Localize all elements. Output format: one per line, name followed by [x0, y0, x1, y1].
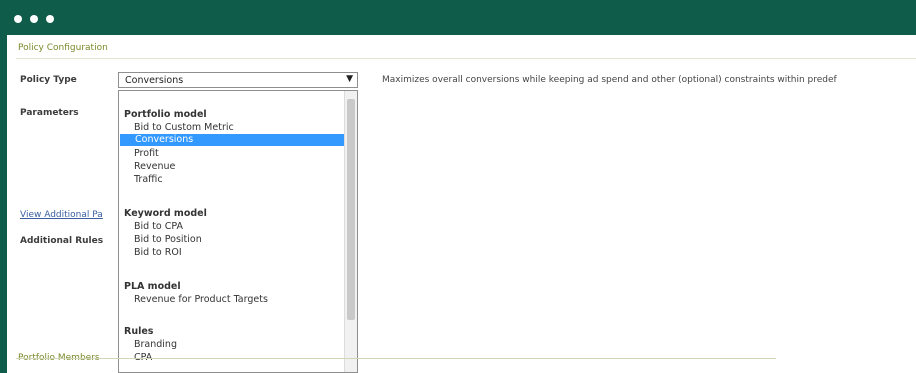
option-branding[interactable]: Branding [134, 339, 177, 350]
window-titlebar [0, 0, 916, 35]
option-bid-to-custom-metric[interactable]: Bid to Custom Metric [134, 122, 234, 133]
option-profit[interactable]: Profit [134, 148, 159, 159]
option-revenue[interactable]: Revenue [134, 161, 175, 172]
option-bid-to-cpa[interactable]: Bid to CPA [134, 221, 183, 232]
window-control-maximize-icon[interactable] [46, 15, 54, 23]
policy-type-label: Policy Type [20, 75, 77, 85]
parameters-label: Parameters [20, 108, 79, 118]
window-control-minimize-icon[interactable] [30, 15, 38, 23]
option-traffic[interactable]: Traffic [134, 174, 163, 185]
policy-description: Maximizes overall conversions while keep… [382, 75, 837, 85]
section-title: Policy Configuration [18, 43, 108, 53]
window-control-close-icon[interactable] [14, 15, 22, 23]
group-header-keyword: Keyword model [124, 208, 207, 219]
chevron-down-icon[interactable]: ▼ [346, 74, 353, 84]
policy-type-dropdown-list[interactable]: Portfolio model Bid to Custom Metric Con… [118, 90, 358, 373]
option-conversions-label: Conversions [135, 134, 194, 145]
group-header-portfolio: Portfolio model [124, 109, 207, 120]
option-bid-to-roi[interactable]: Bid to ROI [134, 247, 182, 258]
additional-rules-label: Additional Rules [20, 236, 104, 246]
dropdown-scrollbar[interactable] [344, 91, 357, 372]
scrollbar-thumb[interactable] [347, 99, 355, 320]
section-divider [16, 58, 916, 59]
group-header-rules: Rules [124, 326, 154, 337]
group-header-pla: PLA model [124, 281, 181, 292]
window-frame-left [0, 35, 7, 373]
option-bid-to-position[interactable]: Bid to Position [134, 234, 202, 245]
option-revenue-for-product-targets[interactable]: Revenue for Product Targets [134, 294, 268, 305]
policy-type-select[interactable]: Conversions ▼ [118, 72, 358, 88]
policy-type-selected-value: Conversions [125, 75, 184, 86]
bottom-divider [16, 358, 776, 359]
option-conversions-selected[interactable]: Conversions [120, 134, 344, 146]
view-additional-link[interactable]: View Additional Pa [20, 210, 120, 220]
